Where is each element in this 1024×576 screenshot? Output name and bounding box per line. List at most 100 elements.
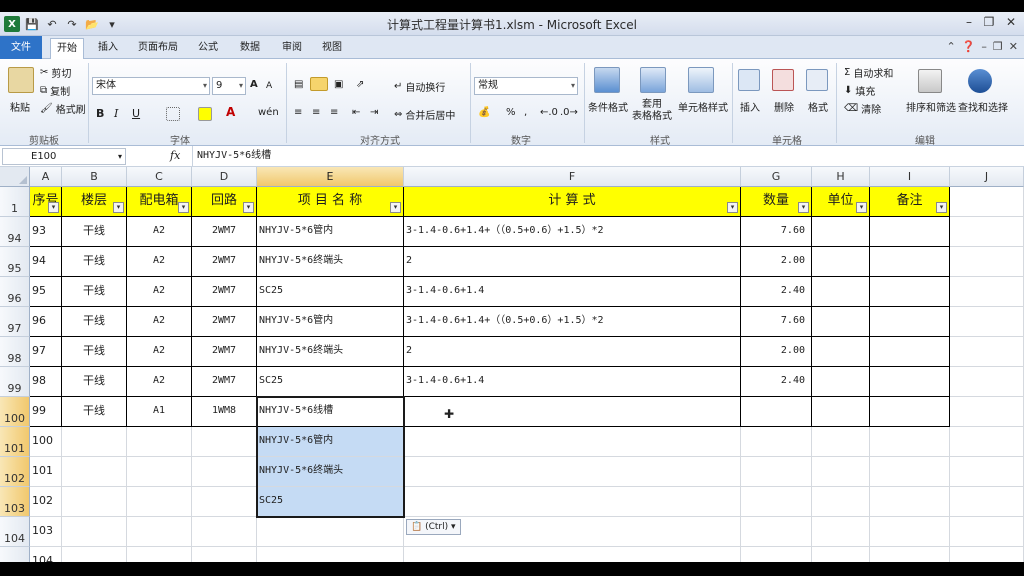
fill-color-button[interactable] — [198, 107, 212, 121]
column-header-g[interactable]: G — [741, 167, 812, 187]
table-cell[interactable] — [127, 427, 192, 457]
cell-styles-icon[interactable] — [688, 67, 714, 93]
row-header[interactable]: 103 — [0, 487, 30, 517]
window-restore-icon[interactable]: ❐ — [993, 40, 1003, 53]
column-header-c[interactable]: C — [127, 167, 192, 187]
paste-icon[interactable] — [8, 67, 34, 93]
table-cell[interactable] — [812, 247, 870, 277]
table-cell[interactable]: SC25 — [257, 487, 404, 517]
table-cell[interactable] — [192, 547, 257, 562]
delete-cells-icon[interactable] — [772, 69, 794, 91]
format-cells-icon[interactable] — [806, 69, 828, 91]
row-header[interactable]: 104 — [0, 517, 30, 547]
filter-dropdown-icon[interactable]: ▾ — [178, 202, 189, 213]
table-cell[interactable] — [950, 487, 1024, 517]
formula-input[interactable]: NHYJV-5*6线槽 — [192, 146, 1024, 166]
table-cell[interactable] — [257, 547, 404, 562]
fill-button[interactable]: ⬇ 填充 — [844, 83, 875, 98]
table-cell[interactable] — [127, 487, 192, 517]
table-cell[interactable]: SC25 — [257, 277, 404, 307]
table-cell[interactable]: A2 — [127, 217, 192, 247]
table-cell[interactable]: 102 — [30, 487, 62, 517]
tab-view[interactable]: 视图 — [316, 38, 348, 59]
table-cell[interactable]: 干线 — [62, 337, 127, 367]
conditional-format-icon[interactable] — [594, 67, 620, 93]
table-cell[interactable]: 2.00 — [741, 337, 812, 367]
table-cell[interactable] — [192, 517, 257, 547]
align-center-button[interactable]: ≡ — [312, 107, 320, 118]
column-header-d[interactable]: D — [192, 167, 257, 187]
table-cell[interactable]: 1WM8 — [192, 397, 257, 427]
table-cell[interactable]: SC25 — [257, 367, 404, 397]
table-cell[interactable]: 95 — [30, 277, 62, 307]
table-cell[interactable]: NHYJV-5*6管内 — [257, 217, 404, 247]
table-cell[interactable] — [870, 307, 950, 337]
table-cell[interactable] — [812, 487, 870, 517]
column-header-a[interactable]: A — [30, 167, 62, 187]
decrease-font-button[interactable]: A — [266, 81, 272, 91]
table-format-button[interactable]: 套用 表格格式 — [632, 99, 672, 123]
find-select-button[interactable]: 查找和选择 — [958, 99, 1008, 114]
column-header-f[interactable]: F — [404, 167, 741, 187]
table-cell[interactable] — [812, 367, 870, 397]
table-cell[interactable]: 98 — [30, 367, 62, 397]
table-cell[interactable] — [870, 427, 950, 457]
bold-button[interactable]: B — [96, 107, 104, 120]
column-header-i[interactable]: I — [870, 167, 950, 187]
table-cell[interactable]: NHYJV-5*6管内 — [257, 307, 404, 337]
table-cell[interactable] — [257, 517, 404, 547]
table-format-icon[interactable] — [640, 67, 666, 93]
wrap-text-button[interactable]: ↵ 自动换行 — [394, 79, 445, 94]
table-cell[interactable] — [812, 307, 870, 337]
table-cell[interactable] — [870, 217, 950, 247]
column-title-c[interactable]: 配电箱 ▾ — [127, 187, 192, 217]
row-header[interactable]: 95 — [0, 247, 30, 277]
table-cell[interactable] — [127, 457, 192, 487]
table-cell[interactable]: 干线 — [62, 367, 127, 397]
table-cell[interactable] — [950, 367, 1024, 397]
tab-data[interactable]: 数据 — [234, 38, 266, 59]
table-cell[interactable]: 7.60 — [741, 217, 812, 247]
increase-indent-button[interactable]: ⇥ — [370, 107, 378, 118]
column-header-j[interactable]: J — [950, 167, 1024, 187]
table-cell[interactable]: 干线 — [62, 277, 127, 307]
column-header-b[interactable]: B — [62, 167, 127, 187]
table-cell[interactable] — [950, 187, 1024, 217]
find-select-icon[interactable] — [968, 69, 992, 93]
table-cell[interactable] — [950, 397, 1024, 427]
align-top-button[interactable]: ▤ — [294, 79, 303, 90]
table-cell[interactable] — [870, 247, 950, 277]
table-cell[interactable] — [741, 457, 812, 487]
table-cell[interactable]: 干线 — [62, 217, 127, 247]
underline-button[interactable]: U — [132, 107, 140, 120]
cut-button[interactable]: ✂ 剪切 — [40, 65, 71, 80]
table-cell[interactable]: 97 — [30, 337, 62, 367]
table-cell[interactable]: NHYJV-5*6终端头 — [257, 457, 404, 487]
table-cell[interactable] — [62, 457, 127, 487]
table-cell[interactable] — [870, 487, 950, 517]
table-cell[interactable] — [950, 217, 1024, 247]
tab-formulas[interactable]: 公式 — [192, 38, 224, 59]
table-cell[interactable] — [812, 397, 870, 427]
table-cell[interactable] — [812, 277, 870, 307]
table-cell[interactable]: 3-1.4-0.6+1.4 — [404, 277, 741, 307]
table-cell[interactable]: 2WM7 — [192, 277, 257, 307]
help-icon[interactable]: ❓ — [962, 40, 976, 53]
conditional-format-button[interactable]: 条件格式 — [588, 99, 628, 114]
table-cell[interactable] — [741, 427, 812, 457]
table-cell[interactable]: 2.40 — [741, 277, 812, 307]
table-cell[interactable] — [62, 427, 127, 457]
window-minimize-icon[interactable]: – — [981, 40, 987, 53]
italic-button[interactable]: I — [114, 107, 118, 120]
column-title-f[interactable]: 计 算 式 ▾ — [404, 187, 741, 217]
row-header[interactable]: 96 — [0, 277, 30, 307]
tab-insert[interactable]: 插入 — [92, 38, 124, 59]
copy-button[interactable]: ⧉ 复制 — [40, 83, 70, 98]
tab-home[interactable]: 开始 — [50, 38, 84, 60]
table-cell[interactable] — [812, 517, 870, 547]
format-cells-button[interactable]: 格式 — [808, 99, 828, 114]
table-cell[interactable] — [812, 217, 870, 247]
font-color-button[interactable]: A — [226, 105, 235, 119]
filter-dropdown-icon[interactable]: ▾ — [936, 202, 947, 213]
table-cell[interactable]: 2.00 — [741, 247, 812, 277]
